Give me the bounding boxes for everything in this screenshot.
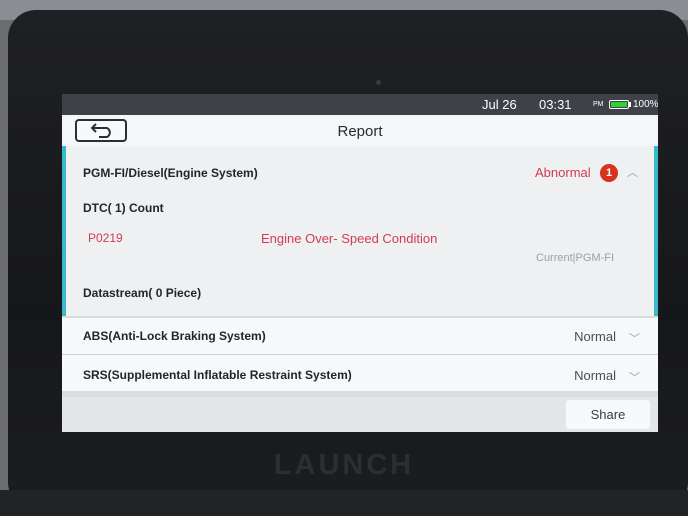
dtc-meta: Current|PGM-FI [536,252,615,264]
dtc-code[interactable]: P0219 [88,231,123,245]
title-bar: Report [62,115,658,147]
chevron-down-icon: ﹀ [629,372,640,384]
share-button[interactable]: Share [566,400,650,429]
section-title: ABS(Anti-Lock Braking System) [83,329,266,343]
dtc-count-badge: 1 [600,164,618,182]
section-srs[interactable]: SRS(Supplemental Inflatable Restraint Sy… [62,355,658,391]
status-normal: Normal [574,329,616,344]
device-bottom [0,490,688,516]
section-engine-system: PGM-FI/Diesel(Engine System) Abnormal 1 … [62,146,658,316]
status-ampm: PM [593,101,604,108]
accent-bar [62,146,66,316]
status-bar: Jul 26 03:31 PM 100% [62,94,658,115]
datastream-label: Datastream( 0 Piece) [83,286,202,300]
status-time: 03:31 [539,97,572,112]
status-date: Jul 26 [482,97,517,112]
system-list: PGM-FI/Diesel(Engine System) Abnormal 1 … [62,146,658,391]
dtc-description: Engine Over- Speed Condition [261,231,438,246]
chevron-up-icon[interactable]: ︿ [627,164,638,180]
page-title: Report [337,123,383,140]
chevron-down-icon: ﹀ [629,333,640,345]
status-abnormal: Abnormal [535,165,591,180]
accent-bar-right [654,146,658,316]
camera-icon [376,80,381,85]
battery-icon [609,100,629,109]
status-normal: Normal [574,368,616,383]
dtc-count-label: DTC( 1) Count [83,201,164,215]
section-title: PGM-FI/Diesel(Engine System) [83,166,258,180]
battery-tip [629,102,631,107]
device-screen: Jul 26 03:31 PM 100% Report PGM-FI/Diese… [62,94,658,432]
section-title: SRS(Supplemental Inflatable Restraint Sy… [83,368,352,382]
device-logo: LAUNCH [273,449,415,481]
bottom-bar: Share [62,397,658,432]
battery-percent: 100% [633,99,658,110]
section-abs[interactable]: ABS(Anti-Lock Braking System) Normal ﹀ [62,318,658,355]
